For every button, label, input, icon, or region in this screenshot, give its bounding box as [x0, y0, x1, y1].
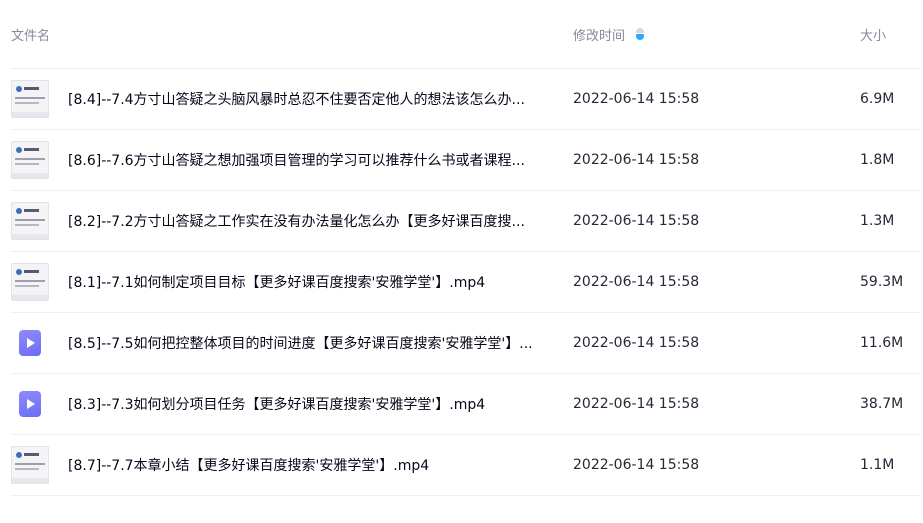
column-header-modified[interactable]: 修改时间: [573, 25, 860, 44]
file-size: 38.7M: [860, 396, 904, 412]
file-row[interactable]: [8.1]--7.1如何制定项目目标【更多好课百度搜索'安雅学堂'】.mp4 2…: [11, 252, 920, 313]
file-modified-time: 2022-06-14 15:58: [573, 274, 700, 290]
file-name-link[interactable]: [8.3]--7.3如何划分项目任务【更多好课百度搜索'安雅学堂'】.mp4: [68, 394, 485, 414]
file-row[interactable]: [8.2]--7.2方寸山答疑之工作实在没有办法量化怎么办【更多好课百度搜...…: [11, 191, 920, 252]
file-name-link[interactable]: [8.6]--7.6方寸山答疑之想加强项目管理的学习可以推荐什么书或者课程...: [68, 150, 525, 170]
doc-thumbnail-icon: [11, 263, 49, 301]
file-name-link[interactable]: [8.4]--7.4方寸山答疑之头脑风暴时总忍不住要否定他人的想法该怎么办...: [68, 89, 525, 109]
file-name-link[interactable]: [8.1]--7.1如何制定项目目标【更多好课百度搜索'安雅学堂'】.mp4: [68, 272, 485, 292]
file-name-cell: [8.5]--7.5如何把控整体项目的时间进度【更多好课百度搜索'安雅学堂'】.…: [11, 330, 573, 356]
column-header-name[interactable]: 文件名: [11, 25, 573, 44]
file-row[interactable]: [8.3]--7.3如何划分项目任务【更多好课百度搜索'安雅学堂'】.mp4 2…: [11, 374, 920, 435]
file-modified-time: 2022-06-14 15:58: [573, 152, 700, 168]
file-name-cell: [8.4]--7.4方寸山答疑之头脑风暴时总忍不住要否定他人的想法该怎么办...: [11, 80, 573, 118]
file-modified-time: 2022-06-14 15:58: [573, 213, 700, 229]
file-list: 文件名 修改时间 大小 [8.4]--7.4方寸山答疑之头脑风暴时总忍不住要否定…: [0, 0, 923, 496]
file-row[interactable]: [8.4]--7.4方寸山答疑之头脑风暴时总忍不住要否定他人的想法该怎么办...…: [11, 69, 920, 130]
file-size: 1.8M: [860, 152, 895, 168]
file-list-header: 文件名 修改时间 大小: [11, 0, 920, 69]
file-name-cell: [8.6]--7.6方寸山答疑之想加强项目管理的学习可以推荐什么书或者课程...: [11, 141, 573, 179]
sort-desc-icon[interactable]: [635, 28, 645, 40]
file-size: 6.9M: [860, 91, 895, 107]
doc-thumbnail-icon: [11, 202, 49, 240]
video-file-icon: [19, 391, 41, 417]
file-modified-time: 2022-06-14 15:58: [573, 335, 700, 351]
file-row[interactable]: [8.6]--7.6方寸山答疑之想加强项目管理的学习可以推荐什么书或者课程...…: [11, 130, 920, 191]
file-name-link[interactable]: [8.7]--7.7本章小结【更多好课百度搜索'安雅学堂'】.mp4: [68, 455, 429, 475]
file-modified-time: 2022-06-14 15:58: [573, 91, 700, 107]
file-name-cell: [8.2]--7.2方寸山答疑之工作实在没有办法量化怎么办【更多好课百度搜...: [11, 202, 573, 240]
file-size: 11.6M: [860, 335, 904, 351]
doc-thumbnail-icon: [11, 446, 49, 484]
file-name-link[interactable]: [8.5]--7.5如何把控整体项目的时间进度【更多好课百度搜索'安雅学堂'】.…: [68, 333, 533, 353]
doc-thumbnail-icon: [11, 141, 49, 179]
doc-thumbnail-icon: [11, 80, 49, 118]
column-header-modified-label: 修改时间: [573, 28, 626, 44]
file-name-cell: [8.7]--7.7本章小结【更多好课百度搜索'安雅学堂'】.mp4: [11, 446, 573, 484]
file-modified-time: 2022-06-14 15:58: [573, 457, 700, 473]
video-file-icon: [19, 330, 41, 356]
file-row[interactable]: [8.5]--7.5如何把控整体项目的时间进度【更多好课百度搜索'安雅学堂'】.…: [11, 313, 920, 374]
file-size: 1.1M: [860, 457, 895, 473]
file-size: 1.3M: [860, 213, 895, 229]
file-name-cell: [8.1]--7.1如何制定项目目标【更多好课百度搜索'安雅学堂'】.mp4: [11, 263, 573, 301]
file-size: 59.3M: [860, 274, 904, 290]
file-name-link[interactable]: [8.2]--7.2方寸山答疑之工作实在没有办法量化怎么办【更多好课百度搜...: [68, 211, 525, 231]
file-name-cell: [8.3]--7.3如何划分项目任务【更多好课百度搜索'安雅学堂'】.mp4: [11, 391, 573, 417]
file-modified-time: 2022-06-14 15:58: [573, 396, 700, 412]
file-row[interactable]: [8.7]--7.7本章小结【更多好课百度搜索'安雅学堂'】.mp4 2022-…: [11, 435, 920, 496]
column-header-size[interactable]: 大小: [860, 25, 920, 44]
